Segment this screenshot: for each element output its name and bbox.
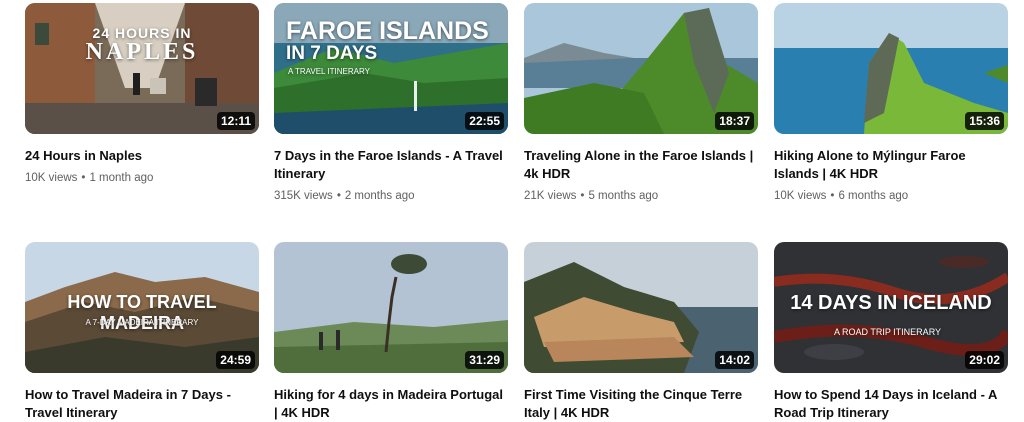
thumbnail-text-line1: 14 DAYS IN ICELAND (790, 292, 992, 314)
upload-age: 1 month ago (89, 172, 154, 184)
video-meta: 21K views • 5 months ago (524, 188, 758, 204)
video-card[interactable]: 18:37 Traveling Alone in the Faroe Islan… (524, 3, 758, 204)
video-thumbnail[interactable]: 15:36 (774, 3, 1008, 134)
thumbnail-text-line2: A 7-DAY MADEIRA ITINERARY (85, 318, 199, 327)
thumbnail-text-line3: A TRAVEL ITINERARY (288, 67, 370, 76)
upload-age: 2 months ago (344, 190, 415, 202)
view-count: 10K views (774, 190, 827, 202)
meta-separator: • (830, 190, 835, 202)
video-card[interactable]: HOW TO TRAVEL MADEIRA A 7-DAY MADEIRA IT… (25, 242, 259, 422)
video-card[interactable]: 31:29 Hiking for 4 days in Madeira Portu… (274, 242, 508, 422)
video-meta: 10K views • 1 month ago (25, 170, 259, 186)
meta-separator: • (336, 190, 341, 202)
video-thumbnail[interactable]: 24 HOURS IN NAPLES 12:11 (25, 3, 259, 134)
video-title[interactable]: Hiking Alone to Mýlingur Faroe Islands |… (774, 147, 1008, 183)
video-title[interactable]: 7 Days in the Faroe Islands - A Travel I… (274, 147, 508, 183)
video-thumbnail[interactable]: HOW TO TRAVEL MADEIRA A 7-DAY MADEIRA IT… (25, 242, 259, 373)
video-card[interactable]: 14 DAYS IN ICELAND A ROAD TRIP ITINERARY… (774, 242, 1008, 422)
video-title[interactable]: How to Spend 14 Days in Iceland - A Road… (774, 386, 1008, 422)
duration-badge: 18:37 (715, 112, 754, 130)
duration-badge: 14:02 (715, 351, 754, 369)
duration-badge: 15:36 (965, 112, 1004, 130)
thumbnail-text-line1: FAROE ISLANDS (286, 17, 489, 45)
video-title[interactable]: Hiking for 4 days in Madeira Portugal | … (274, 386, 508, 422)
video-card[interactable]: FAROE ISLANDS IN 7 DAYS A TRAVEL ITINERA… (274, 3, 508, 204)
thumbnail-text-line1: HOW TO TRAVEL MADEIRA (67, 292, 217, 333)
duration-badge: 31:29 (465, 351, 504, 369)
video-card[interactable]: 24 HOURS IN NAPLES 12:11 24 Hours in Nap… (25, 3, 259, 186)
video-thumbnail[interactable]: 14:02 (524, 242, 758, 373)
upload-age: 6 months ago (838, 190, 909, 202)
video-thumbnail[interactable]: FAROE ISLANDS IN 7 DAYS A TRAVEL ITINERA… (274, 3, 508, 134)
video-card[interactable]: 15:36 Hiking Alone to Mýlingur Faroe Isl… (774, 3, 1008, 204)
duration-badge: 12:11 (216, 112, 255, 130)
video-title[interactable]: Traveling Alone in the Faroe Islands | 4… (524, 147, 758, 183)
meta-separator: • (81, 172, 86, 184)
video-title[interactable]: First Time Visiting the Cinque Terre Ita… (524, 386, 758, 422)
duration-badge: 29:02 (965, 351, 1004, 369)
upload-age: 5 months ago (588, 190, 659, 202)
video-thumbnail[interactable]: 14 DAYS IN ICELAND A ROAD TRIP ITINERARY… (774, 242, 1008, 373)
view-count: 315K views (274, 190, 333, 202)
view-count: 10K views (25, 172, 78, 184)
video-thumbnail[interactable]: 18:37 (524, 3, 758, 134)
video-thumbnail[interactable]: 31:29 (274, 242, 508, 373)
thumbnail-text-line2: NAPLES (85, 39, 199, 65)
thumbnail-text-line2: A ROAD TRIP ITINERARY (834, 327, 942, 337)
video-card[interactable]: 14:02 First Time Visiting the Cinque Ter… (524, 242, 758, 422)
duration-badge: 22:55 (465, 112, 504, 130)
video-title[interactable]: How to Travel Madeira in 7 Days - Travel… (25, 386, 259, 422)
video-title[interactable]: 24 Hours in Naples (25, 147, 259, 165)
duration-badge: 24:59 (216, 351, 255, 369)
view-count: 21K views (524, 190, 577, 202)
video-meta: 10K views • 6 months ago (774, 188, 1008, 204)
thumbnail-text-line2: IN 7 DAYS (286, 43, 378, 64)
meta-separator: • (580, 190, 585, 202)
video-meta: 315K views • 2 months ago (274, 188, 508, 204)
